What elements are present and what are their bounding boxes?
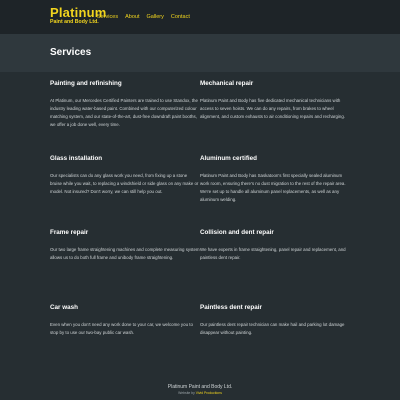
service-collision: Collision and dent repair We have expert… <box>200 229 350 262</box>
service-mechanical: Mechanical repair Platinum Paint and Bod… <box>200 80 350 121</box>
service-title: Mechanical repair <box>200 80 254 87</box>
service-aluminum: Aluminum certified Platinum Paint and Bo… <box>200 155 350 204</box>
footer-credit-prefix: Website by <box>178 391 195 395</box>
service-painting: Painting and refinishing At Platinum, ou… <box>50 80 200 129</box>
service-description: Our specialists can do any glass work yo… <box>50 173 199 194</box>
service-glass: Glass installation Our specialists can d… <box>50 155 200 196</box>
service-paintless-dent: Paintless dent repair Our paintless dent… <box>200 304 350 337</box>
main-nav: Services About Gallery Contact <box>97 14 190 20</box>
service-description: At Platinum, our Mercedes Certified Pain… <box>50 98 198 127</box>
service-title: Aluminum certified <box>200 155 258 162</box>
nav-item-gallery[interactable]: Gallery <box>146 14 163 20</box>
footer-company-name: Platinum Paint and Body Ltd. <box>167 384 233 390</box>
service-title: Collision and dent repair <box>200 229 274 236</box>
service-title: Painting and refinishing <box>50 80 122 87</box>
footer-credit: Website by Vivid Productions <box>0 391 400 396</box>
service-description: Our paintless dent repair technician can… <box>200 322 345 335</box>
service-description: Our two large frame straightening machin… <box>50 247 200 260</box>
page-title: Services <box>50 47 92 58</box>
service-description: We have experts in frame straightening, … <box>200 247 346 260</box>
service-description: Platinum Paint and Body has Saskatoon's … <box>200 173 346 202</box>
site-footer: Platinum Paint and Body Ltd. Website by … <box>0 384 400 396</box>
service-title: Car wash <box>50 304 78 311</box>
service-title: Paintless dent repair <box>200 304 262 311</box>
nav-item-services[interactable]: Services <box>97 14 118 20</box>
service-frame: Frame repair Our two large frame straigh… <box>50 229 200 262</box>
nav-item-contact[interactable]: Contact <box>171 14 190 20</box>
footer-credit-link[interactable]: Vivid Productions <box>196 391 222 395</box>
service-title: Frame repair <box>50 229 89 236</box>
nav-item-about[interactable]: About <box>125 14 139 20</box>
service-title: Glass installation <box>50 155 103 162</box>
service-description: Platinum Paint and Body has five dedicat… <box>200 98 345 119</box>
service-car-wash: Car wash Even when you don't need any wo… <box>50 304 200 337</box>
logo-subtitle: Paint and Body Ltd. <box>50 19 99 25</box>
service-description: Even when you don't need any work done t… <box>50 322 193 335</box>
